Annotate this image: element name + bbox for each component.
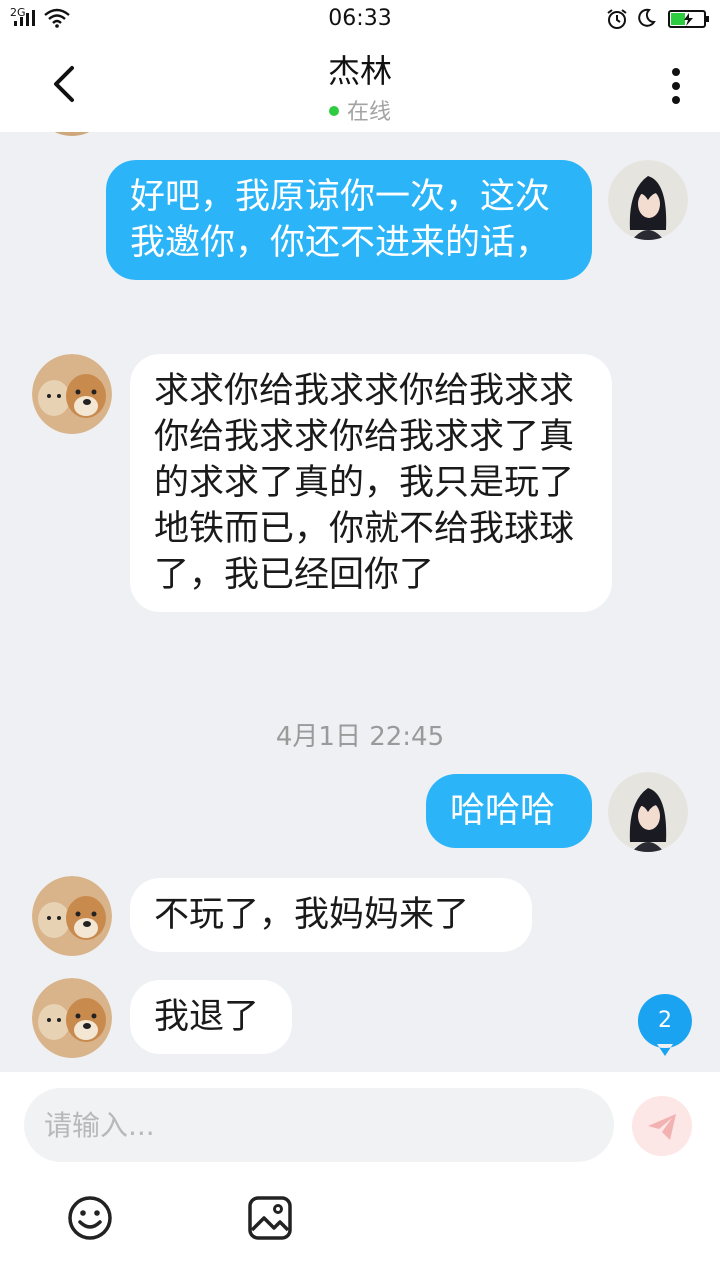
presence-status: 在线 — [0, 94, 720, 126]
send-icon — [648, 1114, 676, 1140]
anime-avatar[interactable] — [608, 772, 688, 852]
message-input[interactable] — [24, 1088, 614, 1162]
message-bubble-outgoing[interactable]: 好吧，我原谅你一次，这次我邀你，你还不进来的话， — [106, 160, 592, 280]
unread-count: 2 — [658, 1008, 672, 1033]
unread-badge[interactable]: 2 — [638, 994, 692, 1056]
shiba-dogs-avatar[interactable] — [32, 132, 112, 136]
message-list[interactable]: 好吧，我原谅你一次，这次我邀你，你还不进来的话， 求求你给我求求你给我求求你给我… — [0, 132, 720, 1072]
status-bar: 2G 06:33 — [0, 0, 720, 38]
shiba-dogs-avatar[interactable] — [32, 978, 112, 1058]
emoji-icon[interactable] — [66, 1194, 114, 1242]
message-timestamp: 4月1日 22:45 — [275, 722, 445, 752]
chat-header: 杰林 在线 — [0, 38, 720, 132]
message-bubble-incoming[interactable]: 求求你给我求求你给我求求你给我求求你给我求求了真的求求了真的，我只是玩了地铁而已… — [130, 354, 612, 612]
send-button[interactable] — [632, 1096, 692, 1156]
alarm-icon — [607, 9, 627, 29]
presence-label: 在线 — [346, 100, 391, 125]
message-bubble-outgoing[interactable]: 哈哈哈 — [426, 774, 592, 848]
anime-avatar[interactable] — [608, 160, 688, 240]
shiba-dogs-avatar[interactable] — [32, 354, 112, 434]
shiba-dogs-avatar[interactable] — [32, 876, 112, 956]
message-bubble-incoming[interactable]: 不玩了，我妈妈来了 — [130, 878, 532, 952]
composer — [0, 1072, 720, 1280]
moon-icon — [638, 8, 656, 27]
online-dot — [328, 106, 339, 116]
image-icon[interactable] — [246, 1194, 294, 1242]
more-icon[interactable] — [666, 66, 686, 106]
message-bubble-incoming[interactable]: 我退了 — [130, 980, 292, 1054]
contact-name: 杰林 — [327, 52, 392, 90]
battery-charging-icon — [668, 10, 709, 28]
